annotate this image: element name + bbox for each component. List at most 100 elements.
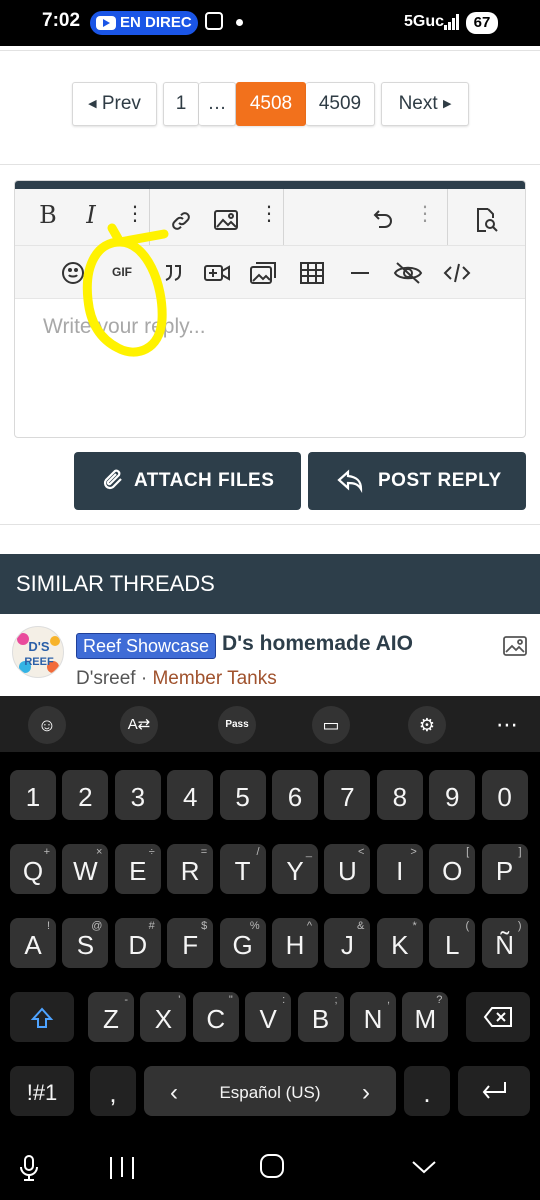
key-e[interactable]: E ÷: [114, 844, 161, 894]
horizontal-line-icon[interactable]: [351, 272, 369, 274]
key-r[interactable]: R =: [167, 844, 214, 894]
key-9-label: 9: [444, 782, 460, 812]
key-0-label: 0: [497, 782, 512, 812]
bold-button[interactable]: B: [35, 201, 61, 229]
attach-files-button[interactable]: ATTACH FILES: [74, 452, 301, 510]
next-page-button[interactable]: Next ▶: [381, 82, 469, 126]
chevron-down-icon[interactable]: [410, 1158, 438, 1176]
recent-apps-icon[interactable]: [110, 1157, 134, 1179]
thread-prefix-tag[interactable]: Reef Showcase: [76, 633, 217, 659]
avatar[interactable]: D'S REEF: [12, 626, 64, 678]
thread-title-link[interactable]: D's homemade AIO: [222, 632, 413, 656]
cursor-left-icon[interactable]: ‹: [170, 1066, 178, 1120]
dsreef-logo: D'S REEF: [17, 633, 60, 673]
gear-icon[interactable]: ⚙: [408, 706, 446, 744]
microphone-icon[interactable]: [18, 1154, 40, 1182]
key-n[interactable]: N,: [350, 992, 396, 1042]
enter-key[interactable]: [458, 1066, 530, 1116]
key-s-alt-label: @: [91, 920, 103, 932]
key-6-label: 6: [287, 782, 303, 812]
emoji-icon[interactable]: ☺: [28, 706, 66, 744]
backspace-key[interactable]: [466, 992, 530, 1042]
thread-author[interactable]: D'sreef: [76, 668, 136, 689]
key-y[interactable]: Y _: [272, 844, 318, 894]
key-1[interactable]: 1: [10, 770, 56, 820]
thread-forum-link[interactable]: Member Tanks: [152, 668, 276, 689]
translate-icon[interactable]: A⇄: [120, 706, 158, 744]
more-options-icon[interactable]: ⋮: [415, 201, 435, 226]
page-ellipsis-button[interactable]: …: [199, 82, 236, 126]
key-z[interactable]: Z-: [88, 992, 134, 1042]
key-o[interactable]: O[: [429, 844, 476, 894]
key-s[interactable]: S @: [62, 918, 109, 968]
key-u[interactable]: U <: [324, 844, 371, 894]
navigation-bar: [0, 1136, 540, 1200]
key-t[interactable]: T /: [219, 844, 266, 894]
key-i-label: I: [396, 856, 404, 886]
space-key[interactable]: ‹ Español (US) ›: [144, 1066, 396, 1116]
key-p[interactable]: P]: [481, 844, 528, 894]
key-d[interactable]: D #: [114, 918, 161, 968]
key-9[interactable]: 9: [429, 770, 476, 820]
key-7[interactable]: 7: [324, 770, 371, 820]
key-a[interactable]: A!: [10, 918, 56, 968]
key-l[interactable]: L(: [429, 918, 476, 968]
key-v[interactable]: V:: [245, 992, 292, 1042]
page-button-4509[interactable]: 4509: [306, 82, 375, 126]
key-3-label: 3: [130, 782, 146, 812]
spoiler-icon[interactable]: [393, 261, 423, 285]
key-f[interactable]: F $: [167, 918, 214, 968]
gallery-icon[interactable]: [249, 259, 279, 285]
cursor-right-icon[interactable]: ›: [362, 1066, 370, 1120]
comma-key[interactable]: ,: [90, 1066, 136, 1116]
period-key[interactable]: .: [404, 1066, 450, 1116]
table-icon[interactable]: [299, 261, 325, 285]
more-icon[interactable]: ⋯: [488, 706, 526, 744]
key-5[interactable]: 5: [219, 770, 266, 820]
key-h[interactable]: H ^: [272, 918, 318, 968]
shift-arrow-icon: [30, 1007, 54, 1028]
key-ñ[interactable]: Ñ): [481, 918, 528, 968]
key-0[interactable]: 0: [481, 770, 528, 820]
page-button-current[interactable]: 4508: [236, 82, 306, 126]
image-icon[interactable]: [213, 209, 239, 231]
more-insert-options-icon[interactable]: ⋮: [259, 201, 279, 226]
key-3[interactable]: 3: [114, 770, 161, 820]
divider: [0, 524, 540, 525]
code-icon[interactable]: [443, 261, 471, 285]
symbols-key[interactable]: !#1: [10, 1066, 74, 1116]
post-reply-button[interactable]: POST REPLY: [308, 452, 526, 510]
key-w[interactable]: W ×: [62, 844, 109, 894]
key-y-label: Y: [286, 856, 304, 886]
key-q[interactable]: Q +: [10, 844, 56, 894]
key-8[interactable]: 8: [376, 770, 423, 820]
key-b-label: B: [311, 1004, 330, 1034]
undo-icon[interactable]: [371, 207, 395, 231]
key-b[interactable]: B;: [297, 992, 344, 1042]
key-6[interactable]: 6: [272, 770, 318, 820]
key-m[interactable]: M?: [402, 992, 449, 1042]
home-icon[interactable]: [260, 1154, 284, 1178]
key-4[interactable]: 4: [167, 770, 214, 820]
media-icon[interactable]: [203, 261, 231, 285]
key-i[interactable]: I >: [376, 844, 423, 894]
prev-page-button[interactable]: ◀ Prev: [72, 82, 157, 126]
onscreen-keyboard: ☺ A⇄ Pass ▭ ⚙ ⋯ 1 2 3 4 5 6 7 8 9 0 Q + W × E ÷ R = T / Y _ U <…: [0, 696, 540, 1200]
reply-icon: [337, 469, 363, 493]
page-button-1[interactable]: 1: [163, 82, 199, 126]
key-2[interactable]: 2: [62, 770, 109, 820]
space-key-label: Español (US): [219, 1083, 321, 1102]
key-k[interactable]: K *: [376, 918, 423, 968]
key-j[interactable]: J &: [324, 918, 371, 968]
live-label: EN DIREC: [120, 14, 192, 31]
clipboard-icon[interactable]: ▭: [312, 706, 350, 744]
key-c[interactable]: C ": [192, 992, 239, 1042]
highlight-annotation: [82, 223, 169, 357]
key-7-label: 7: [340, 782, 355, 812]
key-x[interactable]: X ': [140, 992, 187, 1042]
shift-key[interactable]: [10, 992, 74, 1042]
pass-icon[interactable]: Pass: [218, 706, 256, 744]
key-k-label: K: [391, 930, 409, 960]
preview-icon[interactable]: [473, 207, 499, 233]
key-g[interactable]: G%: [219, 918, 266, 968]
